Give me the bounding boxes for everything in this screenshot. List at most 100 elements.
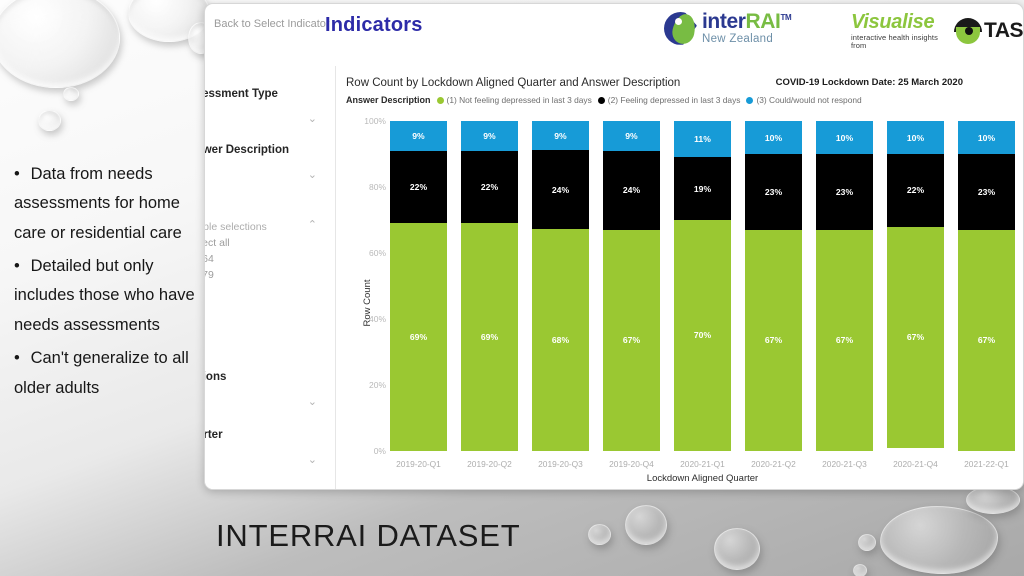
slicer-option-40-64[interactable]: 40-64 [205,253,329,265]
bar-segment[interactable]: 11% [674,121,731,158]
slicer-assessment-type[interactable]: Assessment Type ⌄ [205,88,329,125]
bar-segment[interactable]: 22% [461,150,518,224]
bar-segment[interactable]: 69% [390,223,447,451]
interrai-logo-subtitle: New Zealand [702,33,774,45]
chevron-up-icon[interactable]: ⌃ [308,220,317,231]
stacked-bar[interactable]: 9% 24% 67% [603,121,660,451]
bar-segment[interactable]: 23% [958,154,1015,230]
bar-segment[interactable]: 23% [816,154,873,230]
legend-swatch-icon [597,96,605,104]
chart-legend: Answer Description (1) Not feeling depre… [346,95,1013,105]
bar-segment[interactable]: 10% [958,121,1015,154]
bullet-text: Detailed but only includes those who hav… [14,257,195,334]
y-axis-tick: 20% [368,380,386,390]
bars-container: 9% 22% 69% 9% 22% 69% 9% 24% 68% 9% 24% 67% 11% 19% 70… [390,121,1015,451]
bar-segment[interactable]: 23% [745,154,802,230]
interrai-logo-inter: inter [702,10,746,33]
chevron-down-icon[interactable]: ⌄ [308,114,317,125]
y-axis-tick: 60% [368,248,386,258]
legend-label: (3) Could/would not respond [756,95,862,105]
legend-item[interactable]: (1) Not feeling depressed in last 3 days [436,95,592,105]
x-axis-tick: 2019-20-Q1 [396,459,441,469]
bar-segment[interactable]: 67% [816,229,873,451]
slicer-age-band[interactable]: Multiple selections ⌃ Select all 40-64 6… [205,220,329,297]
stacked-bar[interactable]: 9% 22% 69% [461,121,518,451]
bar-segment[interactable]: 10% [816,121,873,154]
visualise-wordmark: Visualise [851,11,935,33]
slicer-option-select-all[interactable]: Select all [205,237,329,249]
legend-title: Answer Description [346,95,431,105]
x-axis-tick: 2020-21-Q4 [893,459,938,469]
x-axis-tick: 2020-21-Q1 [680,459,725,469]
trademark-symbol: TM [780,13,792,22]
bar-segment[interactable]: 24% [603,150,660,230]
bubble-decor [63,87,79,101]
stacked-bar[interactable]: 9% 24% 68% [532,121,589,451]
bubble-decor [0,0,120,88]
interrai-logo: interRAITM New Zealand [664,10,792,46]
y-axis-ticks: 0% 20% 40% 60% 80% 100% [356,116,386,456]
bubble-decor [625,505,667,545]
stacked-bar[interactable]: 10% 22% 67% [887,121,944,451]
bubble-decor [858,534,876,551]
bar-segment[interactable]: 9% [603,121,660,151]
visualise-tagline: interactive health insights from [851,33,938,50]
stacked-bar[interactable]: 11% 19% 70% [674,121,731,451]
bar-segment[interactable]: 22% [390,150,447,224]
filter-rail: Assessment Type ⌄ Answer Description ⌄ M… [204,66,336,489]
bar-segment[interactable]: 67% [887,226,944,448]
tas-mark-icon [953,17,982,44]
chevron-down-icon[interactable]: ⌄ [308,397,317,408]
chart-visual: Row Count by Lockdown Aligned Quarter an… [336,66,1023,489]
stacked-bar[interactable]: 10% 23% 67% [958,121,1015,451]
slide-bullet-list: • Data from needs assessments for home c… [14,160,204,407]
bar-segment[interactable]: 22% [887,154,944,227]
stacked-bar[interactable]: 10% 23% 67% [816,121,873,451]
bubble-decor [38,110,61,131]
bubble-decor [588,524,611,545]
bullet-text: Data from needs assessments for home car… [14,165,182,242]
bar-segment[interactable]: 9% [390,121,447,151]
x-axis-tick: 2021-22-Q1 [964,459,1009,469]
x-axis-tick: 2019-20-Q4 [609,459,654,469]
slicer-regions[interactable]: Regions ⌄ [204,371,329,408]
x-axis-label: Lockdown Aligned Quarter [646,473,759,484]
x-axis-tick: 2019-20-Q2 [467,459,512,469]
interrai-mark-icon [664,11,698,46]
bubble-decor [853,564,867,576]
stacked-bar[interactable]: 10% 23% 67% [745,121,802,451]
x-axis-ticks: 2019-20-Q1 2019-20-Q2 2019-20-Q3 2019-20-Q4… [390,459,1015,469]
stacked-bar[interactable]: 9% 22% 69% [390,121,447,451]
chevron-down-icon[interactable]: ⌄ [308,170,317,181]
bar-segment[interactable]: 68% [532,228,589,451]
bar-segment[interactable]: 9% [461,121,518,151]
bar-segment[interactable]: 67% [745,229,802,451]
bar-segment[interactable]: 10% [887,121,944,154]
slicer-label: Regions [204,371,227,383]
bullet-item: • Can't generalize to all older adults [14,349,189,397]
legend-item[interactable]: (3) Could/would not respond [746,95,862,105]
visualise-tas-logo: Visualise interactive health insights fr… [851,12,1023,49]
bar-segment[interactable]: 24% [532,150,589,229]
bubble-decor [966,486,1020,514]
slicer-label: Assessment Type [205,88,278,100]
bar-segment[interactable]: 70% [674,219,731,451]
legend-item[interactable]: (2) Feeling depressed in last 3 days [597,95,740,105]
chart-annotation: COVID-19 Lockdown Date: 25 March 2020 [775,77,963,88]
bar-segment[interactable]: 9% [532,121,589,151]
bar-segment[interactable]: 10% [745,121,802,154]
back-to-select-indicator-link[interactable]: Back to Select Indicator [214,18,330,30]
x-axis-tick: 2020-21-Q2 [751,459,796,469]
bar-segment[interactable]: 67% [603,229,660,451]
chevron-down-icon[interactable]: ⌄ [308,455,317,466]
x-axis-tick: 2019-20-Q3 [538,459,583,469]
bullet-item: • Data from needs assessments for home c… [14,165,182,242]
slicer-option-65-79[interactable]: 65-79 [205,269,329,281]
slicer-answer-description[interactable]: Answer Description ⌄ [205,144,329,181]
bar-segment[interactable]: 19% [674,157,731,220]
bar-segment[interactable]: 67% [958,229,1015,451]
slicer-quarter[interactable]: Quarter ⌄ [205,429,329,466]
slicer-option-80-plus[interactable]: 80+ [205,285,329,297]
interrai-logo-rai: RAI [745,10,781,33]
bar-segment[interactable]: 69% [461,223,518,451]
